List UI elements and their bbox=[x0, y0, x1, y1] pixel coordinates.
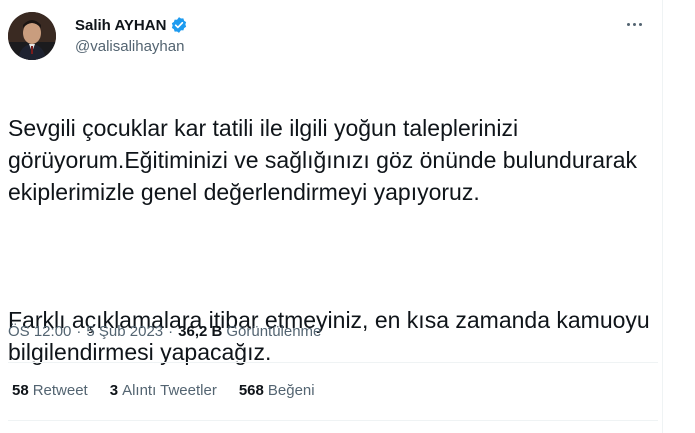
divider-top bbox=[8, 362, 658, 363]
views-count[interactable]: 36,2 B bbox=[178, 323, 222, 340]
tweet-date[interactable]: 5 Şub 2023 bbox=[86, 323, 163, 340]
quotes-stat[interactable]: 3 Alıntı Tweetler bbox=[110, 382, 217, 399]
divider-bottom bbox=[8, 420, 658, 421]
author-name-row[interactable]: Salih AYHAN bbox=[75, 16, 188, 34]
author-name[interactable]: Salih AYHAN bbox=[75, 17, 166, 34]
tweet-meta: ÖS 12:00 · 5 Şub 2023 · 36,2 B Görüntüle… bbox=[8, 323, 321, 340]
tweet-time[interactable]: ÖS 12:00 bbox=[8, 323, 71, 340]
avatar[interactable] bbox=[8, 12, 56, 60]
meta-separator: · bbox=[168, 323, 174, 340]
views-label: Görüntülenme bbox=[226, 323, 322, 340]
quotes-label: Alıntı Tweetler bbox=[122, 382, 217, 399]
meta-separator: · bbox=[76, 323, 82, 340]
tweet-paragraph-1: Sevgili çocuklar kar tatili ile ilgili y… bbox=[8, 115, 638, 205]
retweets-count: 58 bbox=[12, 382, 29, 399]
more-options-icon[interactable] bbox=[624, 14, 644, 34]
retweets-stat[interactable]: 58 Retweet bbox=[12, 382, 88, 399]
tweet: Salih AYHAN @valisalihayhan Sevgili çocu… bbox=[0, 0, 662, 433]
likes-label: Beğeni bbox=[267, 382, 315, 399]
engagement-stats: 58 Retweet 3 Alıntı Tweetler 568 Beğeni bbox=[12, 382, 337, 399]
verified-badge-icon[interactable] bbox=[170, 16, 188, 34]
quotes-count: 3 bbox=[109, 382, 119, 399]
retweets-label: Retweet bbox=[32, 382, 88, 399]
likes-count: 568 bbox=[238, 382, 264, 399]
author-handle[interactable]: @valisalihayhan bbox=[75, 38, 184, 55]
column-border bbox=[662, 0, 663, 433]
likes-stat[interactable]: 568 Beğeni bbox=[239, 382, 315, 399]
tweet-text: Sevgili çocuklar kar tatili ile ilgili y… bbox=[8, 80, 658, 400]
